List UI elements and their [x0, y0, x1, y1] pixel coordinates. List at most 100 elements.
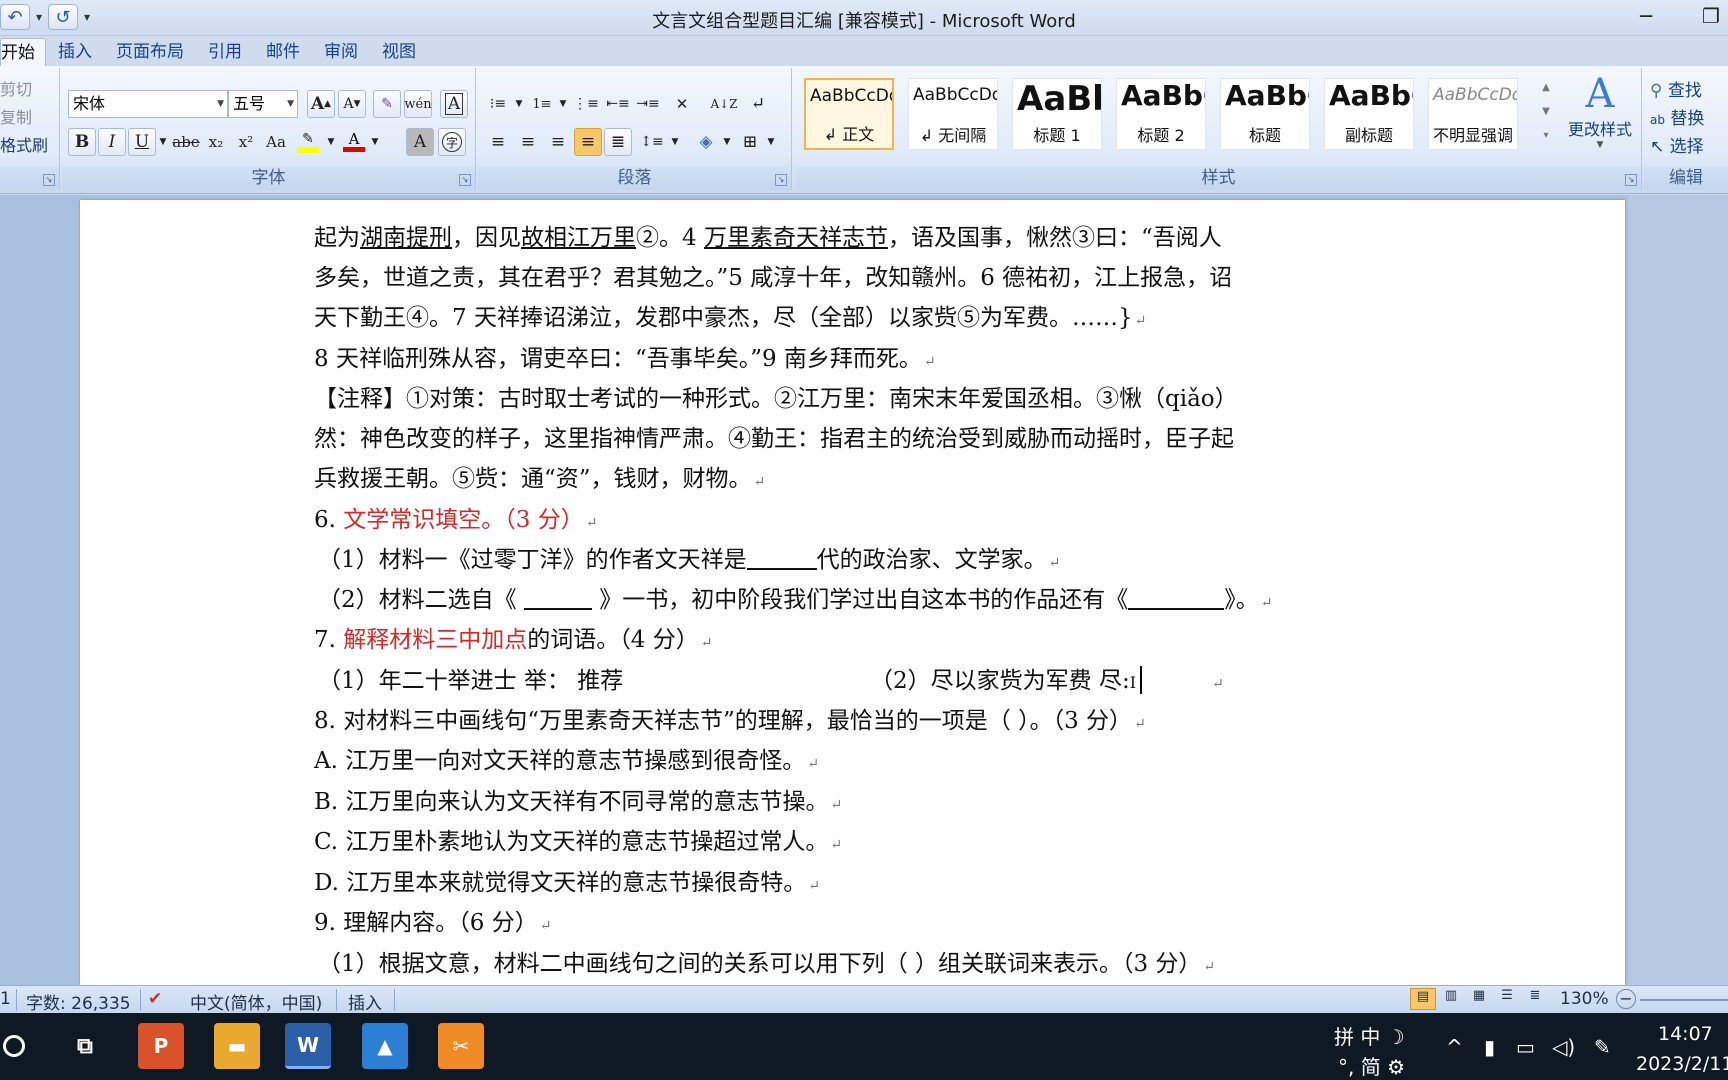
style-option[interactable]: AaBbCcDdI ↲ 无间隔 [908, 78, 998, 150]
show-marks-button[interactable]: ↵ [744, 90, 772, 118]
format-painter-button[interactable]: 格式刷 [0, 132, 48, 156]
clear-formatting-button[interactable]: ✎ [373, 90, 401, 118]
answer-blank[interactable] [523, 588, 592, 610]
restore-button[interactable]: ❐ [1702, 4, 1720, 28]
vertical-scrollbar-area[interactable] [1628, 195, 1728, 985]
style-option[interactable]: AaBbC 副标题 [1324, 78, 1414, 150]
paragraph-launcher-icon[interactable]: ↘ [775, 174, 787, 186]
highlight-dropdown-icon[interactable]: ▼ [324, 128, 338, 156]
tab-view[interactable]: 视图 [370, 38, 428, 66]
find-button[interactable]: ⚲ 查找 [1650, 76, 1702, 101]
numbering-dropdown-icon[interactable]: ▼ [556, 90, 570, 118]
change-case-button[interactable]: Aa [262, 128, 290, 156]
print-layout-view-icon[interactable]: ▤ [1410, 988, 1436, 1010]
show-hidden-icons-icon[interactable]: ^ [1446, 1035, 1463, 1059]
bullets-dropdown-icon[interactable]: ▼ [512, 90, 526, 118]
underline-button[interactable]: U [128, 128, 156, 156]
word-count[interactable]: 字数: 26,335 [26, 989, 131, 1014]
sort-button[interactable]: A↓Z [710, 90, 738, 118]
tab-page-layout[interactable]: 页面布局 [104, 38, 196, 66]
character-border-button[interactable]: A [440, 90, 468, 118]
style-option[interactable]: AaBbCcDdI ↲ 正文 [804, 78, 894, 150]
tab-insert[interactable]: 插入 [46, 38, 104, 66]
word-app-icon[interactable]: W [285, 1023, 331, 1069]
gallery-down-button[interactable]: ▼ [1536, 100, 1556, 122]
distributed-button[interactable]: ≣ [604, 128, 632, 156]
answer-blank[interactable] [1128, 588, 1225, 610]
subscript-button[interactable]: x₂ [202, 128, 230, 156]
ime-status-bottom[interactable]: °, 简 ⚙ [1338, 1051, 1405, 1080]
outline-view-icon[interactable]: ☰ [1494, 988, 1520, 1010]
increase-indent-button[interactable]: ⇥≡ [634, 90, 662, 118]
justify-button[interactable]: ≡ [574, 128, 602, 156]
style-option[interactable]: AaBbC 标题 2 [1116, 78, 1206, 150]
proofing-icon[interactable]: ✔ [148, 989, 162, 1009]
align-right-button[interactable]: ≡ [544, 128, 572, 156]
pen-icon[interactable]: ✎ [1594, 1035, 1611, 1059]
numbering-button[interactable]: 1≡ [528, 90, 556, 118]
language-indicator[interactable]: 中文(简体，中国) [190, 989, 322, 1014]
ime-status-top[interactable]: 拼 中 ☽ [1334, 1021, 1405, 1050]
borders-dropdown-icon[interactable]: ▼ [764, 128, 778, 156]
chinese-layout-button[interactable]: ✕ [668, 90, 696, 118]
style-option[interactable]: AaBb 标题 1 [1012, 78, 1102, 150]
bullets-button[interactable]: ⁝≡ [484, 90, 512, 118]
battery-icon[interactable]: ▭ [1516, 1035, 1535, 1059]
font-name-combo[interactable]: 宋体 ▼ [68, 90, 228, 118]
select-button[interactable]: ↖ 选择 [1650, 132, 1704, 157]
task-view-icon[interactable]: ⧉ [62, 1023, 108, 1069]
styles-launcher-icon[interactable]: ↘ [1625, 174, 1637, 186]
shading-dropdown-icon[interactable]: ▼ [720, 128, 734, 156]
zoom-slider[interactable] [1640, 999, 1728, 1001]
gallery-up-button[interactable]: ▲ [1536, 76, 1556, 98]
tab-home[interactable]: 开始 [0, 38, 46, 66]
line-spacing-dropdown-icon[interactable]: ▼ [668, 128, 682, 156]
tab-review[interactable]: 审阅 [312, 38, 370, 66]
web-layout-icon[interactable]: ▦ [1466, 988, 1492, 1010]
shading-button[interactable]: ◈ [692, 128, 720, 156]
style-option[interactable]: AaBbCcDd 不明显强调 [1428, 78, 1518, 150]
grow-font-button[interactable]: A ▲ [307, 90, 335, 118]
underline-dropdown-icon[interactable]: ▼ [156, 128, 170, 156]
phonetic-guide-button[interactable]: wén [404, 90, 432, 118]
align-center-button[interactable]: ≡ [514, 128, 542, 156]
multilevel-list-button[interactable]: ⋮≡ [572, 90, 600, 118]
character-shading-button[interactable]: A [406, 128, 434, 156]
highlight-button[interactable]: ✎ [294, 128, 322, 156]
tab-mailings[interactable]: 邮件 [254, 38, 312, 66]
microphone-icon[interactable]: ▮ [1484, 1035, 1495, 1059]
ppt-app-icon[interactable]: P [138, 1023, 184, 1069]
page-indicator[interactable]: 1 [0, 989, 11, 1009]
insert-mode[interactable]: 插入 [348, 989, 382, 1014]
zoom-level[interactable]: 130% [1560, 989, 1609, 1009]
font-size-combo[interactable]: 五号 ▼ [228, 90, 298, 118]
cut-button[interactable]: 剪切 [0, 76, 32, 100]
screenshot-tool-icon[interactable]: ✂ [438, 1023, 484, 1069]
tab-references[interactable]: 引用 [196, 38, 254, 66]
draft-view-icon[interactable]: ≣ [1522, 988, 1548, 1010]
style-option[interactable]: AaBbC 标题 [1220, 78, 1310, 150]
clipboard-launcher-icon[interactable]: ↘ [43, 174, 55, 186]
zoom-out-button[interactable]: − [1616, 989, 1636, 1009]
volume-icon[interactable]: ◁) [1552, 1035, 1575, 1059]
borders-button[interactable]: ⊞ [736, 128, 764, 156]
enclose-characters-button[interactable]: 字 [438, 128, 466, 156]
file-explorer-icon[interactable]: ▬ [214, 1023, 260, 1069]
align-left-button[interactable]: ≡ [484, 128, 512, 156]
font-color-dropdown-icon[interactable]: ▼ [368, 128, 382, 156]
full-screen-reading-icon[interactable]: ▥ [1438, 988, 1464, 1010]
gallery-more-button[interactable]: ▾ [1536, 124, 1556, 146]
font-launcher-icon[interactable]: ↘ [459, 174, 471, 186]
shrink-font-button[interactable]: A ▼ [338, 90, 366, 118]
photos-app-icon[interactable]: ▲ [362, 1023, 408, 1069]
change-styles-button[interactable]: A 更改样式 ▼ [1558, 72, 1642, 162]
strikethrough-button[interactable]: abe [172, 128, 200, 156]
copy-button[interactable]: 复制 [0, 104, 32, 128]
superscript-button[interactable]: x² [232, 128, 260, 156]
line-spacing-button[interactable]: ↕≡ [638, 128, 666, 156]
minimize-button[interactable]: ─ [1640, 4, 1652, 28]
replace-button[interactable]: ab 替换 [1650, 104, 1704, 129]
bold-button[interactable]: B [68, 128, 96, 156]
answer-blank[interactable] [746, 548, 817, 570]
clock-date[interactable]: 2023/2/11 [1636, 1053, 1728, 1075]
